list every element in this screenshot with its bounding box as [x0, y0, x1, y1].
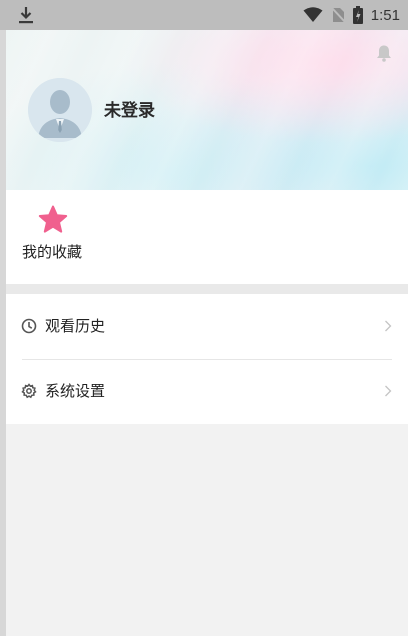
clock-icon [21, 318, 37, 334]
download-icon [19, 7, 33, 24]
wifi-icon [303, 7, 323, 22]
username-label[interactable]: 未登录 [104, 96, 155, 121]
star-icon [38, 205, 68, 233]
chevron-right-icon [385, 320, 392, 332]
favorites-section[interactable]: 我的收藏 [6, 190, 408, 284]
menu-item-label: 观看历史 [45, 317, 106, 335]
menu-item-history[interactable]: 观看历史 [6, 294, 408, 360]
menu-item-settings[interactable]: 系统设置 [6, 359, 408, 424]
profile-header: 未登录 [6, 30, 408, 190]
favorites-label: 我的收藏 [22, 243, 83, 261]
status-bar: 1:51 [0, 0, 408, 30]
settings-menu: 观看历史 系统设置 [6, 294, 408, 424]
battery-icon [352, 6, 363, 24]
menu-item-label: 系统设置 [45, 382, 106, 400]
gear-icon [21, 383, 37, 399]
chevron-right-icon [385, 385, 392, 397]
empty-content-area [6, 424, 408, 636]
default-avatar-icon[interactable] [28, 78, 92, 142]
bell-icon[interactable] [376, 44, 392, 62]
avatar-silhouette [28, 78, 92, 142]
clock-time: 1:51 [370, 6, 400, 24]
no-sim-icon [331, 7, 345, 23]
